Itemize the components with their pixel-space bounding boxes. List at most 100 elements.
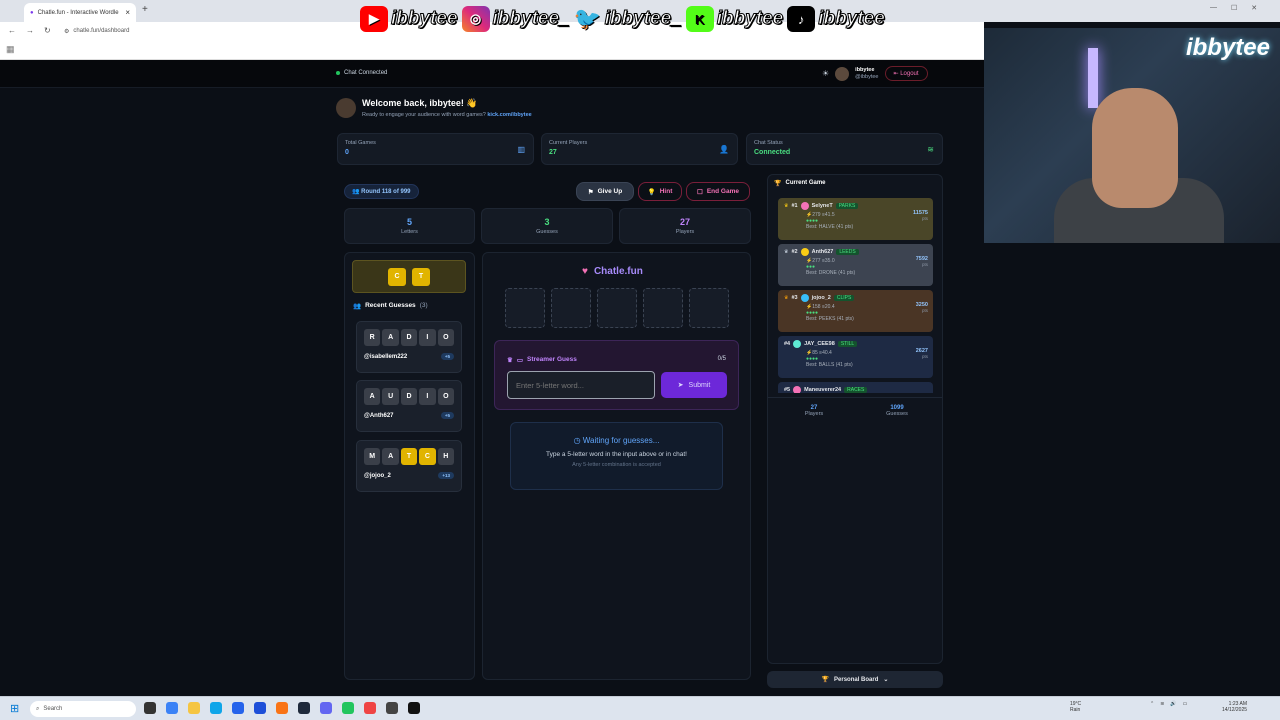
clock[interactable]: 1:23 AM 14/12/2025 [1222, 701, 1247, 713]
letter-tile: I [419, 388, 436, 405]
leaderboard-entry: ♛ #3 jojoo_2 CLIPS ⚡158 ≡20.4 ●●●● Best: PE… [778, 290, 933, 332]
entry-score-unit: pts [921, 216, 928, 221]
minimize-icon[interactable]: — [1210, 4, 1217, 12]
entry-score-unit: pts [921, 308, 928, 313]
user-info: ibbytee @ibbytee [855, 67, 878, 80]
spotify-icon[interactable] [342, 702, 354, 714]
reload-icon[interactable]: ↻ [44, 26, 51, 35]
guesses-label: Guesses [536, 229, 558, 235]
streamer-guess-box: ♛ ▭ Streamer Guess 0/5 ➤ Submit [494, 340, 739, 410]
round-badge: 👥 Round 118 of 999 [344, 184, 419, 199]
welcome-section: Welcome back, ibbytee! 👋 Ready to engage… [336, 98, 532, 118]
terminal-icon[interactable] [408, 702, 420, 714]
user-icon: 👤 [719, 145, 729, 154]
user-avatar[interactable] [835, 66, 850, 81]
windows-taskbar: ⊞ ⌕ Search 19°C Rain ⌃ ≋ 🔊 ▭ 1:23 AM 14/… [0, 696, 1280, 720]
entry-avatar [800, 294, 809, 302]
file-explorer-icon[interactable] [188, 702, 200, 714]
waiting-line2: Any 5-letter combination is accepted [572, 462, 661, 468]
letter-tile: R [363, 329, 381, 346]
twitter-handle: ibbytee_ [604, 8, 682, 30]
recent-guesses-count: (3) [419, 302, 428, 309]
store-icon[interactable] [232, 702, 244, 714]
close-window-icon[interactable]: ✕ [1251, 4, 1257, 12]
give-up-button[interactable]: ⚑ Give Up [576, 182, 634, 201]
welcome-subtitle: Ready to engage your audience with word … [362, 112, 532, 118]
leaderboard-entry: ♛ #1 SelyneT PARKS ⚡279 ≡41.5 ●●●● Best: HA… [778, 198, 933, 240]
crown-icon: ♛ [507, 357, 513, 364]
guesses-card: 3 Guesses [481, 208, 613, 244]
chrome-icon[interactable] [364, 702, 376, 714]
back-icon[interactable]: ← [8, 26, 16, 35]
lb-guesses-label: Guesses [886, 411, 908, 417]
entry-name: jojoo_2 [811, 295, 831, 301]
bulb-icon: 💡 [647, 188, 656, 196]
browser-tab[interactable]: ● Chatle.fun - Interactive Wordle × [24, 3, 136, 22]
wifi-icon[interactable]: ≋ [1160, 701, 1164, 707]
medal-icon: ♛ [784, 295, 789, 301]
weather-desc: Rain [1070, 707, 1081, 713]
letter-tile: A [363, 388, 381, 405]
start-menu-icon[interactable]: ⊞ [10, 702, 19, 715]
site-info-icon[interactable]: ⚙ [64, 28, 69, 35]
webcam-person-head [1092, 88, 1178, 208]
brave-icon[interactable] [276, 702, 288, 714]
url-text: chatle.fun/dashboard [73, 28, 130, 34]
hint-letters: C T [352, 260, 466, 293]
entry-best: Best: HALVE (41 pts) [806, 224, 854, 230]
hint-label: Hint [659, 188, 673, 195]
chatle-logo-icon: ♥ [582, 266, 588, 277]
system-tray: ⌃ ≋ 🔊 ▭ [1150, 701, 1187, 707]
leaderboard-list[interactable]: ♛ #1 SelyneT PARKS ⚡279 ≡41.5 ●●●● Best: HA… [776, 196, 936, 393]
maximize-icon[interactable]: ☐ [1231, 4, 1237, 12]
task-view-icon[interactable] [144, 702, 156, 714]
weather-widget[interactable]: 19°C Rain [1070, 701, 1081, 713]
edge-icon[interactable] [210, 702, 222, 714]
apps-grid-icon[interactable]: ▦ [6, 44, 15, 55]
stat-value: 27 [549, 149, 557, 156]
social-overlay: ▶ ibbytee ◎ ibbytee_ 🐦 ibbytee_ K ibbyte… [360, 2, 885, 36]
letter-tile: O [437, 329, 455, 346]
end-game-button[interactable]: ☐ End Game [686, 182, 750, 201]
leaderboard-divider [768, 397, 942, 398]
submit-button[interactable]: ➤ Submit [661, 372, 727, 398]
lb-players-stat: 27 Players [796, 405, 832, 417]
medal-icon: ♛ [784, 249, 789, 255]
chevron-up-icon[interactable]: ⌃ [1150, 701, 1154, 707]
streamer-guess-header: ♛ ▭ Streamer Guess [507, 356, 577, 364]
discord-icon[interactable] [320, 702, 332, 714]
tiktok-handle: ibbytee [818, 8, 886, 30]
stat-total-games: Total Games 0 ▥ [337, 133, 534, 165]
logout-button[interactable]: ⇤ Logout [884, 66, 928, 81]
outlook-icon[interactable] [254, 702, 266, 714]
welcome-subtitle-text: Ready to engage your audience with word … [362, 112, 486, 118]
bookmarks-bar: ▦ [0, 40, 984, 60]
url-field[interactable]: ⚙ chatle.fun/dashboard [64, 25, 129, 37]
leaderboard-entry: ♛ #2 Anth627 LEEDS ⚡277 ≡35.0 ●●● Best: DRO… [778, 244, 933, 286]
entry-best: Best: PEEKS (41 pts) [806, 316, 854, 322]
personal-board-button[interactable]: 🏆 Personal Board ⌄ [767, 671, 943, 688]
trophy-icon: 🏆 [774, 181, 782, 187]
entry-name: Maneuverer24 [804, 387, 842, 393]
volume-icon[interactable]: 🔊 [1170, 701, 1176, 707]
obs-icon[interactable] [386, 702, 398, 714]
search-icon: ⌕ [36, 705, 40, 712]
theme-toggle-icon[interactable]: ☀ [822, 69, 829, 78]
instagram-handle: ibbytee_ [492, 8, 570, 30]
forward-icon[interactable]: → [26, 26, 34, 35]
copilot-icon[interactable] [166, 702, 178, 714]
hint-button[interactable]: 💡 Hint [638, 182, 682, 201]
stat-label: Current Players [549, 140, 588, 146]
kick-handle: ibbytee [716, 8, 784, 30]
letters-label: Letters [401, 229, 418, 235]
streamer-guess-input[interactable] [507, 371, 655, 399]
taskbar-search[interactable]: ⌕ Search [30, 701, 136, 717]
new-tab-icon[interactable]: + [142, 4, 148, 15]
close-tab-icon[interactable]: × [125, 8, 130, 17]
channel-link[interactable]: kick.com/ibbytee [487, 112, 531, 118]
guess-points-badge: +13 [438, 472, 454, 479]
guess-user: @jojoo_2 [364, 472, 391, 479]
battery-icon[interactable]: ▭ [1183, 701, 1188, 707]
steam-icon[interactable] [298, 702, 310, 714]
letter-tile: I [419, 329, 436, 346]
